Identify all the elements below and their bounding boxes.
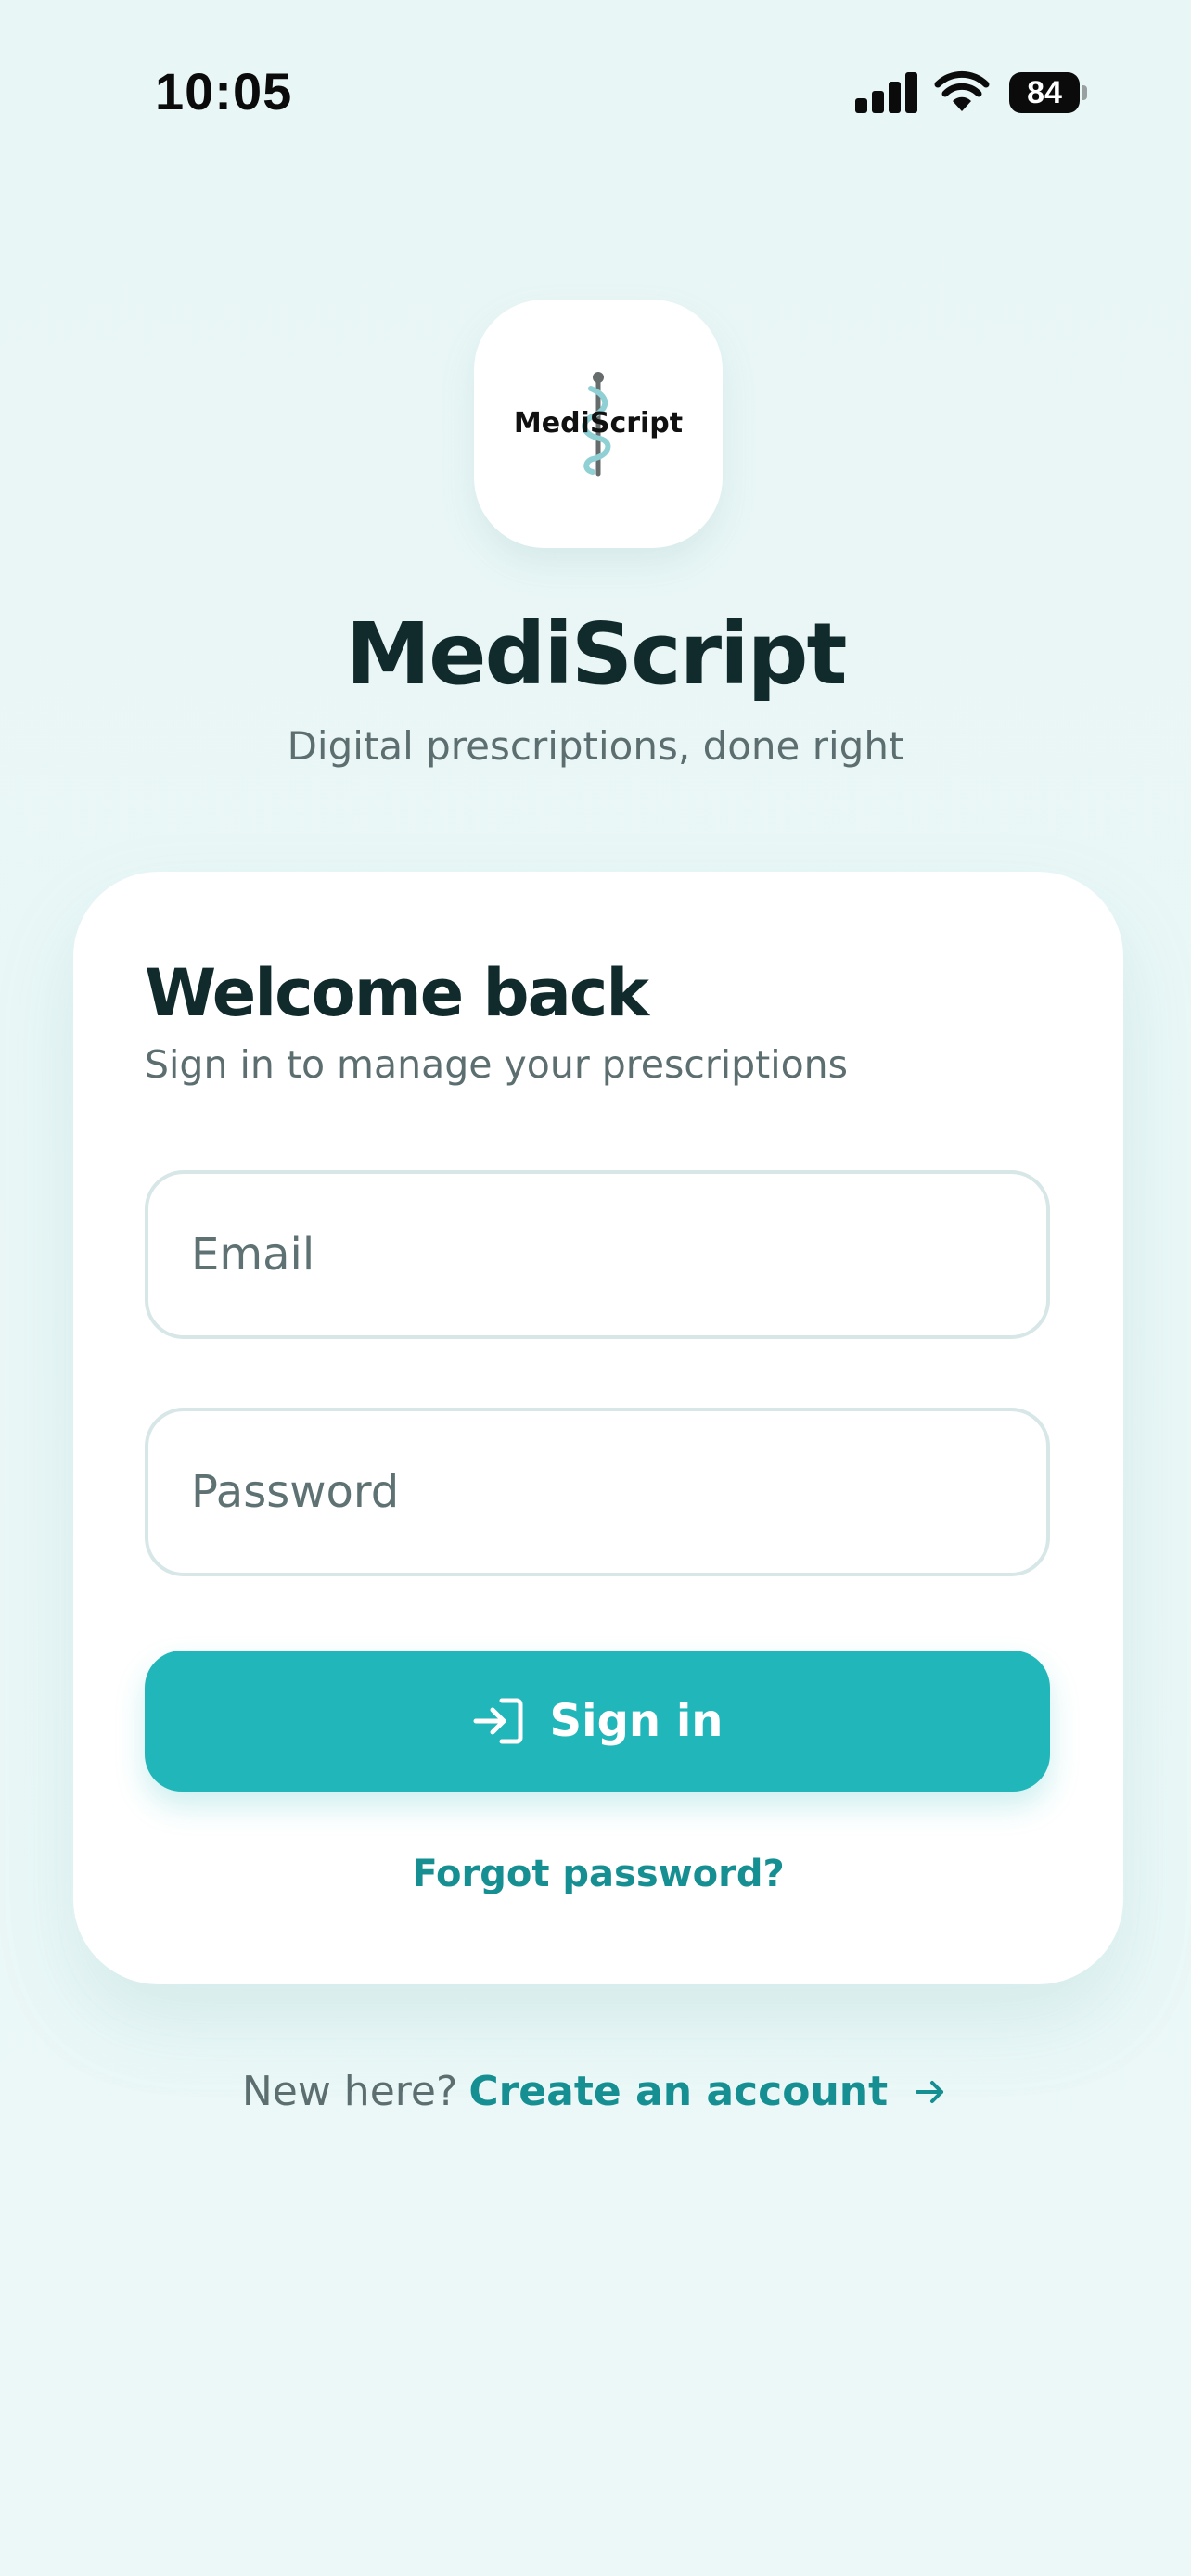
password-field-container: [145, 1408, 1050, 1576]
create-account-label: Create an account: [468, 2068, 889, 2115]
signup-prompt-text: New here?: [241, 2068, 458, 2115]
signup-prompt: New here? Create an account: [0, 2068, 1191, 2115]
forgot-password-link[interactable]: Forgot password?: [73, 1853, 1123, 1895]
sign-in-label: Sign in: [549, 1695, 724, 1747]
status-time: 10:05: [155, 62, 293, 121]
signal-icon: [855, 72, 917, 113]
create-account-link[interactable]: Create an account: [468, 2068, 949, 2115]
email-field[interactable]: [191, 1174, 1007, 1335]
password-field[interactable]: [191, 1411, 1007, 1573]
app-logo: MediScript: [474, 300, 723, 548]
sign-in-icon: [473, 1698, 523, 1744]
status-bar: 10:05 84: [0, 0, 1191, 139]
login-card: Welcome back Sign in to manage your pres…: [73, 872, 1123, 1984]
app-title: MediScript: [345, 605, 848, 704]
battery-level: 84: [1027, 75, 1062, 110]
sign-in-button[interactable]: Sign in: [145, 1651, 1050, 1792]
wifi-icon: [934, 70, 990, 111]
arrow-right-icon: [916, 2080, 944, 2103]
app-tagline: Digital prescriptions, done right: [287, 723, 904, 769]
card-title: Welcome back: [145, 955, 649, 1031]
card-subtitle: Sign in to manage your prescriptions: [145, 1042, 849, 1087]
battery-icon: 84: [1009, 72, 1087, 113]
logo-text: MediScript: [513, 407, 684, 440]
email-field-container: [145, 1170, 1050, 1339]
